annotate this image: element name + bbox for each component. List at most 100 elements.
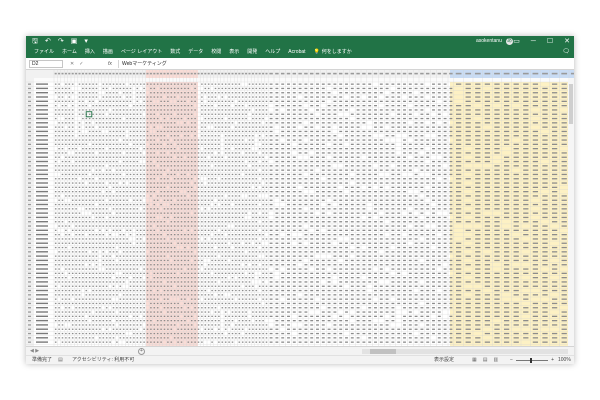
cell-value (85, 105, 88, 107)
row-header-label (28, 315, 31, 317)
cell-value (207, 277, 210, 279)
spreadsheet-grid[interactable] (26, 70, 574, 346)
minimize-button[interactable]: ─ (531, 36, 536, 47)
cell-value (245, 203, 247, 206)
cell-value (228, 212, 230, 214)
ribbon-options-button[interactable]: ▭ (513, 36, 520, 47)
tab-data[interactable]: データ (184, 47, 207, 58)
user-name[interactable]: asokentanu (476, 37, 502, 46)
cancel-icon[interactable]: ✕ (70, 60, 74, 68)
tell-me-box[interactable]: 💡 何をしますか (310, 47, 356, 58)
cell-value (532, 212, 539, 214)
cell-value (437, 173, 441, 176)
cell-value (54, 208, 57, 210)
cell-value (245, 285, 247, 287)
cell-value (58, 92, 60, 94)
cell-value (180, 173, 183, 176)
cell-value (287, 208, 290, 210)
close-button[interactable]: ✕ (564, 36, 570, 47)
cell-value (379, 238, 383, 240)
cell-value (414, 83, 418, 85)
cell-value (265, 268, 268, 270)
cell-value (136, 221, 139, 223)
cell-value (65, 109, 67, 111)
tab-file[interactable]: ファイル (30, 47, 58, 58)
cell-value (494, 221, 500, 223)
cell-value (119, 212, 122, 214)
cell-value (333, 160, 337, 163)
cell-value (374, 234, 377, 236)
row-header-label (28, 229, 31, 231)
cell-value (231, 212, 234, 214)
redo-icon[interactable]: ↷ (58, 37, 64, 46)
cell-value (503, 109, 510, 111)
cell-value (245, 92, 247, 94)
tab-home[interactable]: ホーム (58, 47, 81, 58)
tab-formulas[interactable]: 数式 (166, 47, 184, 58)
cell-value (561, 143, 567, 145)
cell-value (78, 83, 81, 85)
cell-value (204, 268, 207, 270)
cell-value (136, 229, 139, 231)
cell-value (432, 229, 435, 231)
cell-value (255, 199, 258, 201)
cell-value (316, 203, 319, 206)
cell-value (112, 225, 115, 227)
tab-review[interactable]: 校閲 (207, 47, 225, 58)
cell-value (339, 268, 343, 270)
cell-value (82, 264, 84, 266)
cell-value (287, 160, 290, 163)
cell-value (160, 182, 162, 184)
cell-value (218, 182, 220, 184)
cell-value (65, 281, 67, 283)
dropdown-arrow-icon[interactable]: ▾ (84, 37, 88, 46)
cell-value (252, 212, 254, 214)
tab-page-layout[interactable]: ページ レイアウト (117, 47, 166, 58)
tab-developer[interactable]: 開発 (243, 47, 261, 58)
cell-value (58, 109, 60, 111)
tab-acrobat[interactable]: Acrobat (284, 47, 309, 58)
comment-icon[interactable]: 🗨 (562, 47, 570, 58)
cell-value (265, 229, 268, 231)
cell-value (146, 234, 149, 236)
insert-function-button[interactable]: fx (108, 60, 112, 68)
cell-value (92, 238, 94, 240)
cell-value (455, 212, 462, 214)
cell-value (248, 195, 251, 197)
cell-value (281, 255, 285, 257)
cell-value (204, 126, 207, 128)
cell-value (119, 255, 122, 257)
formula-input[interactable]: Webマーケティング (118, 60, 570, 68)
cell-value (170, 212, 173, 214)
tab-help[interactable]: ヘルプ (261, 47, 284, 58)
cell-value (304, 160, 308, 163)
cell-value (126, 277, 128, 279)
cell-value (75, 165, 77, 167)
save-icon[interactable]: 🖫 (32, 37, 38, 46)
cell-value (414, 268, 418, 270)
tab-draw[interactable]: 描画 (99, 47, 117, 58)
name-box[interactable]: D2 (29, 60, 63, 68)
cell-value (316, 225, 319, 227)
enter-icon[interactable]: ✓ (79, 60, 83, 68)
cell-value (426, 165, 430, 167)
cell-value (362, 203, 366, 206)
cell-value (180, 281, 183, 283)
tab-insert[interactable]: 挿入 (81, 47, 99, 58)
column-header-label (245, 72, 248, 75)
avatar[interactable]: あ (506, 38, 513, 45)
cell-value (269, 285, 273, 287)
camera-icon[interactable]: ▣ (71, 37, 78, 46)
cell-value (95, 242, 98, 244)
cell-value (143, 268, 145, 270)
restore-button[interactable]: ☐ (547, 36, 553, 47)
cell-value (397, 246, 401, 249)
cell-value (224, 251, 227, 253)
cell-value (190, 169, 193, 171)
cell-value (65, 277, 67, 279)
undo-icon[interactable]: ↶ (45, 37, 51, 46)
tab-view[interactable]: 表示 (225, 47, 243, 58)
cell-value (437, 255, 441, 257)
cell-value (513, 87, 519, 90)
cell-value (54, 139, 57, 141)
